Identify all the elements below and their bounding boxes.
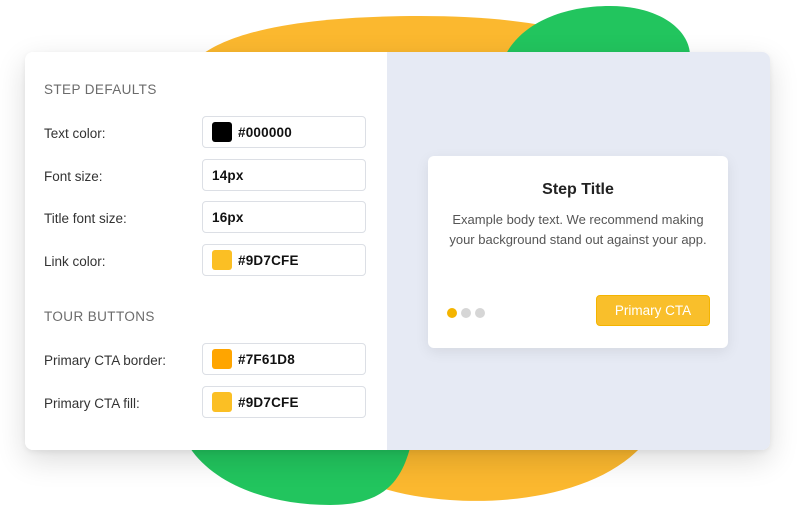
step-defaults-heading: STEP DEFAULTS [44,82,157,97]
title-font-size-value: 16px [212,209,244,225]
link-color-row: Link color: #9D7CFE [44,244,367,278]
font-size-value: 14px [212,167,244,183]
primary-cta-border-label: Primary CTA border: [44,352,167,368]
progress-dot-2[interactable] [461,308,471,318]
primary-cta-border-field[interactable]: #7F61D8 [202,343,366,375]
title-font-size-label: Title font size: [44,210,127,226]
primary-cta-fill-swatch[interactable] [212,392,232,412]
text-color-field[interactable]: #000000 [202,116,366,148]
settings-panel: STEP DEFAULTS Text color: #000000 Font s… [25,52,387,450]
green-blob-top [505,6,690,56]
link-color-field[interactable]: #9D7CFE [202,244,366,276]
step-preview-card: Step Title Example body text. We recomme… [428,156,728,348]
primary-cta-button[interactable]: Primary CTA [596,295,710,326]
primary-cta-fill-row: Primary CTA fill: #9D7CFE [44,386,367,420]
text-color-value: #000000 [238,124,292,140]
font-size-field[interactable]: 14px [202,159,366,191]
step-body-text: Example body text. We recommend making y… [449,212,707,247]
green-blob-bottom [190,448,410,505]
progress-dot-3[interactable] [475,308,485,318]
primary-cta-fill-label: Primary CTA fill: [44,395,140,411]
primary-cta-border-value: #7F61D8 [238,351,295,367]
text-color-label: Text color: [44,125,106,141]
link-color-value: #9D7CFE [238,252,299,268]
link-color-label: Link color: [44,253,106,269]
primary-cta-border-row: Primary CTA border: #7F61D8 [44,343,367,377]
font-size-row: Font size: 14px [44,159,367,193]
progress-dot-1[interactable] [447,308,457,318]
title-font-size-row: Title font size: 16px [44,201,367,235]
link-color-swatch[interactable] [212,250,232,270]
progress-dots [447,308,485,318]
text-color-row: Text color: #000000 [44,116,367,150]
title-font-size-field[interactable]: 16px [202,201,366,233]
primary-cta-fill-field[interactable]: #9D7CFE [202,386,366,418]
font-size-label: Font size: [44,168,103,184]
settings-card: STEP DEFAULTS Text color: #000000 Font s… [25,52,770,450]
primary-cta-fill-value: #9D7CFE [238,394,299,410]
primary-cta-border-swatch[interactable] [212,349,232,369]
tour-buttons-heading: TOUR BUTTONS [44,309,155,324]
step-title: Step Title [542,181,614,198]
text-color-swatch[interactable] [212,122,232,142]
preview-panel: Step Title Example body text. We recomme… [387,52,770,450]
